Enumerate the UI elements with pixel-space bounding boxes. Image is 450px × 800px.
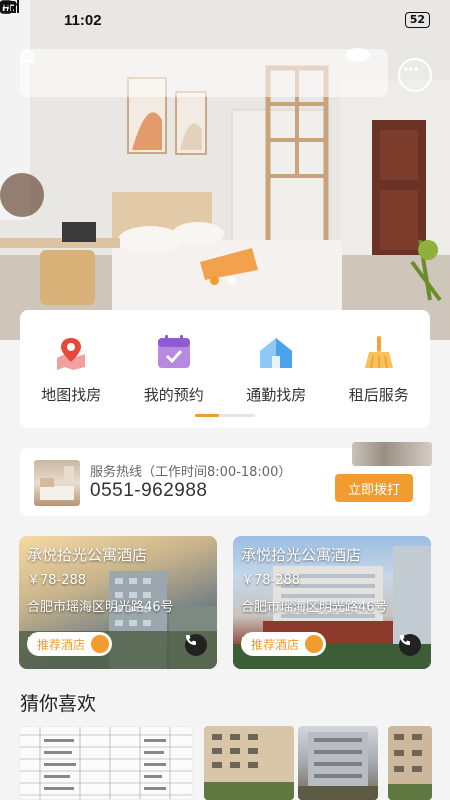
status-bar: 11:02 HD 5G 52: [0, 0, 450, 40]
menu-item-label: 租后服务: [348, 386, 409, 404]
service-hotline-card: 服务热线（工作时间8:00-18:00） 0551-962988 立即拨打: [20, 442, 432, 516]
house-icon: [258, 334, 294, 370]
hotel-address: 合肥市瑶海区明光路46号: [27, 600, 174, 615]
recommend-item[interactable]: [298, 726, 378, 800]
indicator-inactive: [219, 414, 255, 417]
thumbs-up-icon: [28, 633, 110, 653]
call-now-button[interactable]: 立即拨打: [335, 474, 413, 502]
menu-item-label: 我的预约: [143, 386, 204, 404]
carousel-dot[interactable]: [227, 276, 236, 285]
recommend-item-image: [298, 732, 378, 800]
recommend-item[interactable]: [388, 726, 432, 800]
hero-banner[interactable]: 11:02 HD 5G 52: [0, 0, 450, 340]
message-button[interactable]: [398, 58, 432, 92]
hotel-card[interactable]: 承悦拾光公寓酒店 ￥78-288 合肥市瑶海区明光路46号 推荐酒店: [19, 536, 217, 669]
hotline-thumbnail: [34, 460, 80, 506]
carousel-dot-active[interactable]: [210, 276, 219, 285]
phone-icon[interactable]: [185, 634, 207, 656]
recommend-item[interactable]: [19, 726, 193, 800]
search-bar[interactable]: [20, 49, 388, 97]
recommend-item[interactable]: [204, 726, 294, 800]
broom-icon: [361, 334, 397, 370]
menu-item-label: 地图找房: [41, 386, 102, 404]
map-pin-icon: [53, 334, 89, 370]
recommend-badge[interactable]: 推荐酒店: [241, 632, 327, 656]
recommend-item-image: [20, 727, 192, 799]
hotel-card[interactable]: 承悦拾光公寓酒店 ￥78-288 合肥市瑶海区明光路46号 推荐酒店: [233, 536, 431, 669]
section-title-guess-you-like: 猜你喜欢: [20, 693, 97, 715]
hotline-phone: 0551-962988: [90, 480, 208, 501]
thumbs-up-icon: [242, 633, 324, 653]
menu-page-indicator: [195, 414, 255, 417]
hotel-price: ￥78-288: [27, 573, 87, 588]
recommend-item-image: [388, 726, 432, 800]
battery-indicator: 52: [404, 12, 430, 28]
search-input[interactable]: [50, 65, 330, 81]
phone-icon[interactable]: [399, 634, 421, 656]
svg-text:5G: 5G: [0, 2, 9, 9]
hotel-name: 承悦拾光公寓酒店: [27, 546, 148, 564]
calendar-check-icon: [156, 334, 192, 370]
menu-item-map-search[interactable]: 地图找房: [23, 334, 119, 428]
hotel-name: 承悦拾光公寓酒店: [241, 546, 362, 564]
status-icons: HD 5G 52: [0, 0, 430, 28]
indicator-active: [195, 414, 219, 417]
recommend-item-image: [204, 726, 294, 800]
carousel-dots: [210, 276, 236, 285]
badge-label: 推荐酒店: [251, 637, 300, 652]
hotel-price: ￥78-288: [241, 573, 301, 588]
hotel-address: 合肥市瑶海区明光路46号: [241, 600, 388, 615]
badge-label: 推荐酒店: [37, 637, 86, 652]
menu-item-after-rent-service[interactable]: 租后服务: [331, 334, 427, 428]
recommend-badge[interactable]: 推荐酒店: [27, 632, 113, 656]
status-time: 11:02: [64, 11, 102, 29]
hotline-label: 服务热线（工作时间8:00-18:00）: [90, 465, 292, 480]
hotline-banner-image: [352, 442, 432, 466]
menu-item-label: 通勤找房: [246, 386, 307, 404]
quick-menu: 地图找房 我的预约 通勤找房 租后服务: [20, 310, 430, 428]
